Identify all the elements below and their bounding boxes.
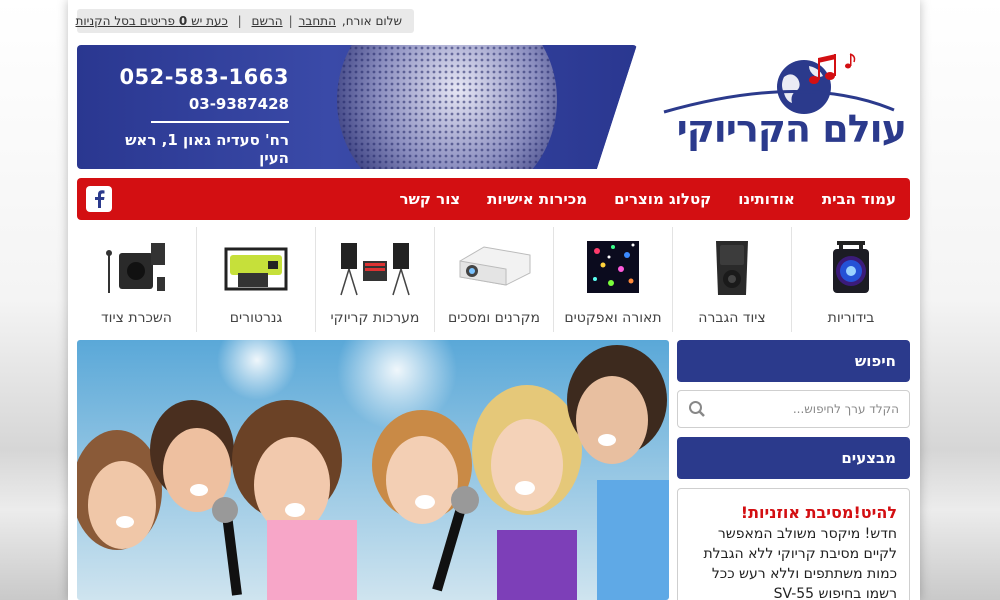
search-icon[interactable] [688,400,706,418]
user-bar: שלום אורח, התחבר | הרשם | כעת יש 0 פריטי… [76,9,414,33]
category-label: מערכות קריוקי [330,310,420,326]
category-item[interactable]: בידוריות [791,227,910,332]
category-item[interactable]: גנרטורים [196,227,315,332]
logo-text: עולם הקריוקי [676,107,907,151]
search-box [677,390,910,428]
nav-contact[interactable]: צור קשר [400,190,461,208]
promo-text: חדש! מיקסר משולב המאפשר לקיים מסיבת קריו… [703,526,897,600]
phone-secondary[interactable]: 03-9387428 [107,95,289,113]
cart-prefix: כעת יש [191,14,228,28]
contact-banner: 052-583-1663 03-9387428 רח' סעדיה גאון 1… [77,45,637,169]
nav-home[interactable]: עמוד הבית [822,190,896,208]
disco-light-icon [587,241,639,293]
category-label: ציוד הגברה [698,310,766,326]
promo-title: להיט!מסיבת אוזניות! [740,503,897,522]
category-item[interactable]: השכרת ציוד [77,227,196,332]
nav-about[interactable]: אודותינו [738,190,795,208]
cart-link[interactable]: כעת יש 0 פריטים בסל הקניות [76,14,228,28]
category-label: מקרנים ומסכים [447,310,541,326]
projector-icon [459,246,531,286]
phone-primary[interactable]: 052-583-1663 [107,65,289,89]
category-item[interactable]: תאורה ואפקטים [553,227,672,332]
category-label: גנרטורים [229,310,283,326]
category-strip: בידוריות ציוד הגברה תאורה ואפקטים מקרנים… [77,227,910,332]
login-link[interactable]: התחבר [299,14,336,28]
contact-info: 052-583-1663 03-9387428 רח' סעדיה גאון 1… [107,65,289,167]
cart-suffix: פריטים בסל הקניות [75,14,176,28]
pa-speaker-icon [716,241,748,295]
generator-icon [224,247,288,291]
promo-box[interactable]: להיט!מסיבת אוזניות! חדש! מיקסר משולב המא… [677,488,910,600]
site-logo[interactable]: עולם הקריוקי [654,52,914,162]
page-container: שלום אורח, התחבר | הרשם | כעת יש 0 פריטי… [68,0,920,600]
cart-count: 0 [178,14,188,28]
speaker-trolley-icon [833,241,869,293]
main-nav: עמוד הבית אודותינו קטלוג מוצרים מכירות א… [77,178,910,220]
category-label: תאורה ואפקטים [564,310,662,326]
category-item[interactable]: מערכות קריוקי [315,227,434,332]
nav-sales[interactable]: מכירות אישיות [487,190,587,208]
nav-catalog[interactable]: קטלוג מוצרים [614,190,711,208]
category-label: השכרת ציוד [101,310,172,326]
search-input[interactable] [709,402,899,416]
deals-heading: מבצעים [677,437,910,479]
category-label: בידוריות [827,310,875,326]
address-text: רח' סעדיה גאון 1, ראש העין [125,131,289,167]
category-item[interactable]: ציוד הגברה [672,227,791,332]
facebook-icon[interactable] [86,186,112,212]
divider [151,121,289,123]
divider: | [233,14,246,28]
hero-image [77,340,669,600]
greeting-text: שלום אורח, [341,14,402,28]
karaoke-party-photo [77,340,669,600]
divider: | [288,14,293,28]
search-heading: חיפוש [677,340,910,382]
category-item[interactable]: מקרנים ומסכים [434,227,553,332]
register-link[interactable]: הרשם [252,14,283,28]
rental-equipment-icon [105,243,165,293]
karaoke-system-icon [340,243,410,296]
